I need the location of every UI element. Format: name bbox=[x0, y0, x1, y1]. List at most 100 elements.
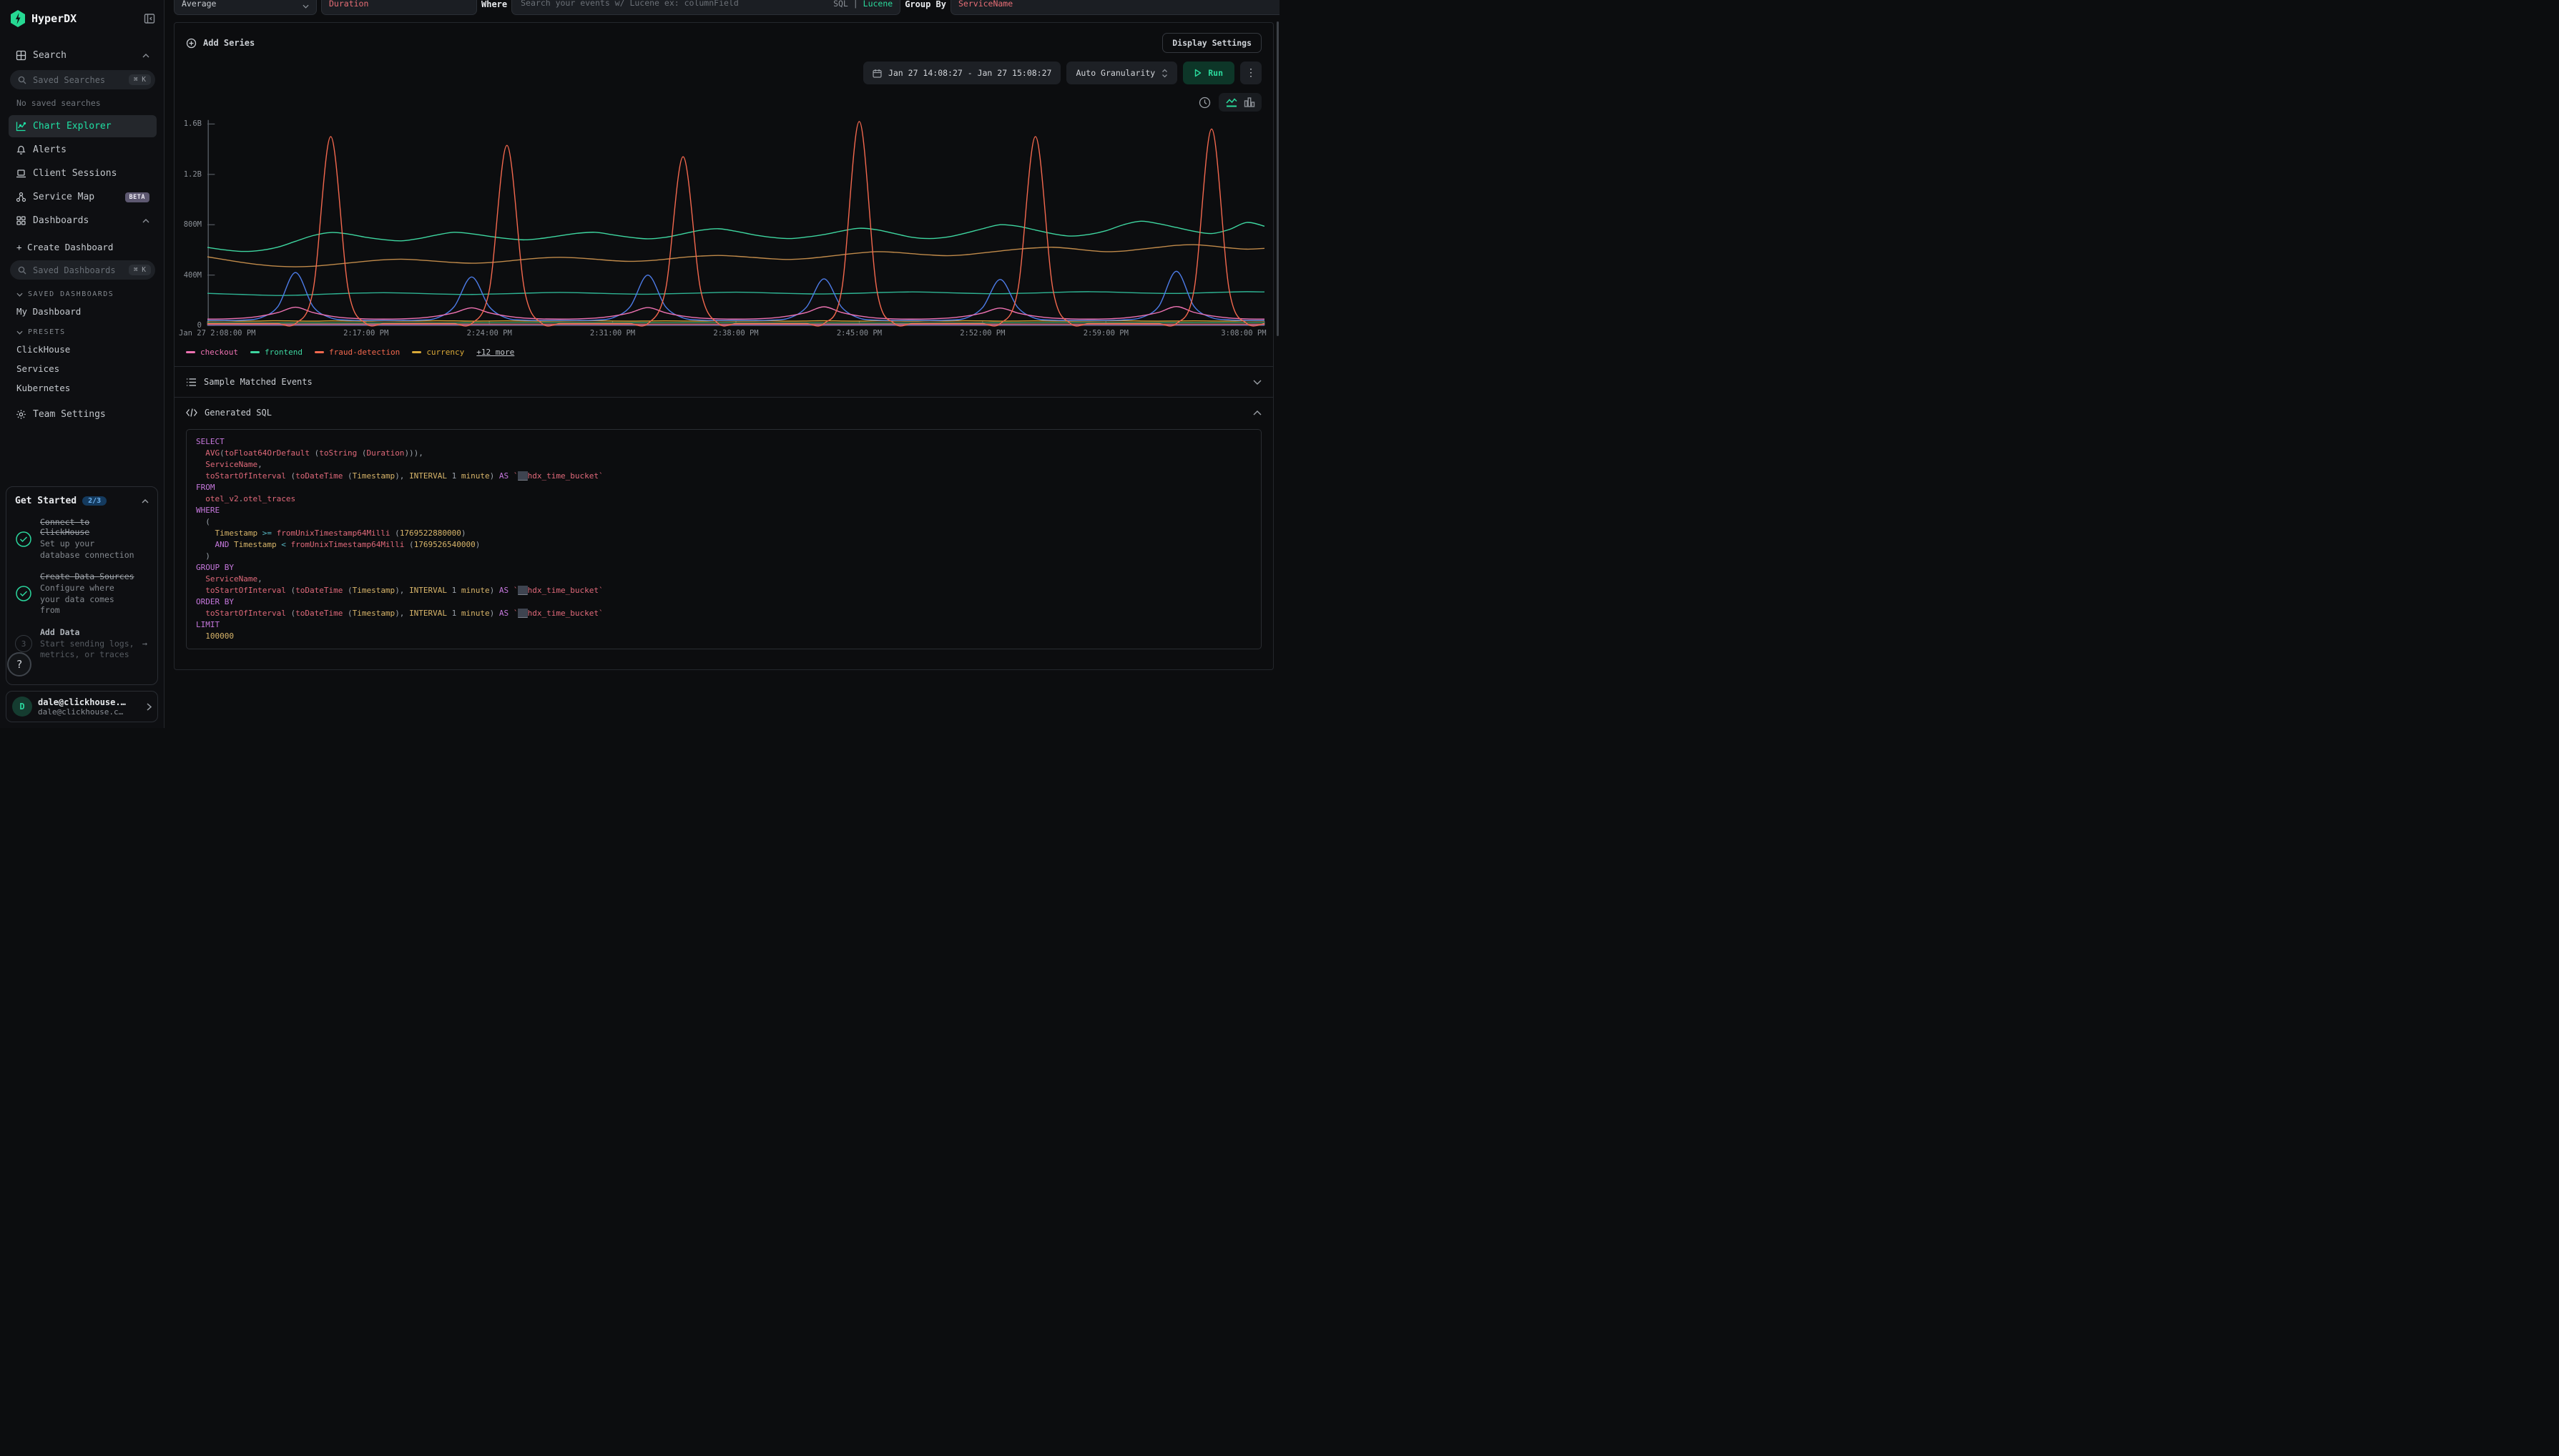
chart-legend: checkoutfrontendfraud-detectioncurrency … bbox=[175, 340, 1273, 366]
x-tick-label: 2:52:00 PM bbox=[960, 329, 1005, 338]
create-dashboard-button[interactable]: + Create Dashboard bbox=[9, 233, 157, 257]
sql-line: Timestamp >= fromUnixTimestamp64Milli (1… bbox=[196, 528, 1252, 539]
display-settings-button[interactable]: Display Settings bbox=[1162, 33, 1262, 53]
line-chart-icon[interactable] bbox=[1225, 97, 1238, 108]
chevron-up-icon[interactable] bbox=[142, 499, 149, 503]
y-tick-label: 400M bbox=[184, 271, 202, 280]
date-range-picker[interactable]: Jan 27 14:08:27 - Jan 27 15:08:27 bbox=[863, 62, 1061, 84]
sql-line: SELECT bbox=[196, 436, 1252, 448]
code-icon bbox=[186, 408, 197, 417]
sidebar-item-clickhouse[interactable]: ClickHouse bbox=[9, 340, 157, 359]
saved-dashboards-input[interactable] bbox=[31, 265, 124, 276]
aggregation-select[interactable]: Average bbox=[174, 0, 317, 15]
x-tick-label: 2:24:00 PM bbox=[467, 329, 512, 338]
saved-searches-input[interactable] bbox=[31, 74, 124, 86]
granularity-value: Auto Granularity bbox=[1076, 68, 1155, 78]
legend-label: fraud-detection bbox=[329, 348, 400, 357]
get-started-step-sources[interactable]: Create Data Sources Configure where your… bbox=[15, 571, 149, 616]
legend-dash-icon bbox=[412, 351, 421, 353]
calendar-icon bbox=[873, 69, 882, 78]
chevron-up-icon[interactable] bbox=[1253, 410, 1262, 415]
hyperdx-logo-icon bbox=[10, 10, 26, 27]
sql-line: AVG(toFloat64OrDefault (toString (Durati… bbox=[196, 448, 1252, 459]
chevron-down-icon bbox=[16, 330, 23, 335]
search-events-input[interactable] bbox=[519, 0, 833, 9]
sql-line: GROUP BY bbox=[196, 562, 1252, 574]
sidebar: HyperDX Search bbox=[0, 0, 164, 728]
search-events-box[interactable]: SQL | Lucene bbox=[511, 0, 900, 15]
sample-matched-events-header[interactable]: Sample Matched Events bbox=[175, 366, 1273, 397]
clock-icon[interactable] bbox=[1199, 97, 1211, 109]
legend-items: checkout frontend fraud-detection currency bbox=[186, 348, 464, 357]
sql-lucene-toggle[interactable]: SQL | Lucene bbox=[833, 0, 893, 9]
gear-icon bbox=[16, 409, 26, 420]
group-saved-dashboards[interactable]: SAVED DASHBOARDS bbox=[9, 283, 157, 302]
user-name: dale@clickhouse.… bbox=[38, 697, 126, 707]
legend-item-currency[interactable]: currency bbox=[412, 348, 464, 357]
legend-more-link[interactable]: +12 more bbox=[476, 348, 514, 357]
sidebar-item-kubernetes[interactable]: Kubernetes bbox=[9, 378, 157, 398]
collapse-sidebar-icon[interactable] bbox=[144, 13, 155, 24]
legend-item-frontend[interactable]: frontend bbox=[250, 348, 303, 357]
sidebar-item-alerts[interactable]: Alerts bbox=[9, 139, 157, 161]
sidebar-item-team-settings[interactable]: Team Settings bbox=[9, 403, 157, 426]
series-line-fraud-detection[interactable] bbox=[207, 122, 1264, 326]
sql-option[interactable]: SQL bbox=[833, 0, 848, 9]
where-label: Where bbox=[481, 0, 507, 15]
granularity-select[interactable]: Auto Granularity bbox=[1066, 62, 1177, 84]
add-series-button[interactable]: Add Series bbox=[186, 38, 255, 49]
get-started-header[interactable]: Get Started 2/3 bbox=[15, 496, 149, 506]
get-started-step-add-data[interactable]: 3 Add Data Start sending logs, metrics, … bbox=[15, 627, 149, 661]
legend-dash-icon bbox=[250, 351, 260, 353]
user-account-button[interactable]: D dale@clickhouse.… dale@clickhouse.c… bbox=[6, 691, 158, 722]
scrollbar-thumb[interactable] bbox=[1277, 21, 1279, 336]
arrow-right-icon: → bbox=[142, 639, 147, 649]
sidebar-item-service-map[interactable]: Service Map BETA bbox=[9, 186, 157, 208]
sidebar-item-dashboards[interactable]: Dashboards bbox=[9, 210, 157, 232]
run-button[interactable]: Run bbox=[1183, 62, 1234, 84]
lucene-option[interactable]: Lucene bbox=[863, 0, 893, 9]
group-presets[interactable]: PRESETS bbox=[9, 321, 157, 340]
series-line-checkout[interactable] bbox=[207, 307, 1264, 320]
get-started-step-connect[interactable]: Connect to ClickHouse Set up your databa… bbox=[15, 517, 149, 561]
sidebar-item-chart-explorer[interactable]: Chart Explorer bbox=[9, 115, 157, 137]
up-down-chevrons-icon bbox=[1161, 69, 1168, 78]
generated-sql-code[interactable]: SELECT AVG(toFloat64OrDefault (toString … bbox=[186, 429, 1262, 649]
user-texts: dale@clickhouse.… dale@clickhouse.c… bbox=[38, 697, 126, 717]
chevron-down-icon[interactable] bbox=[1253, 380, 1262, 385]
generated-sql-header[interactable]: Generated SQL bbox=[175, 397, 1273, 428]
cmd-k-shortcut: ⌘ K bbox=[129, 74, 151, 85]
legend-item-fraud-detection[interactable]: fraud-detection bbox=[315, 348, 400, 357]
series-line-unlabeled-orange-mid[interactable] bbox=[207, 245, 1264, 267]
sidebar-item-label: Team Settings bbox=[33, 409, 106, 420]
help-question-icon: ? bbox=[16, 658, 22, 671]
y-tick-label: 1.2B bbox=[184, 170, 202, 179]
sidebar-item-search[interactable]: Search bbox=[9, 44, 157, 67]
series-line-frontend[interactable] bbox=[207, 221, 1264, 251]
saved-dashboards-search[interactable]: ⌘ K bbox=[10, 260, 155, 280]
group-by-label: Group By bbox=[905, 0, 946, 15]
chart-svg[interactable] bbox=[207, 117, 1264, 326]
sidebar-item-label: Dashboards bbox=[33, 215, 89, 226]
more-options-button[interactable]: ⋮ bbox=[1240, 62, 1262, 84]
date-range-value: Jan 27 14:08:27 - Jan 27 15:08:27 bbox=[888, 68, 1051, 78]
sidebar-item-my-dashboard[interactable]: My Dashboard bbox=[9, 302, 157, 321]
series-line-unlabeled-teal-mid[interactable] bbox=[207, 292, 1264, 295]
sidebar-item-services[interactable]: Services bbox=[9, 359, 157, 378]
help-button[interactable]: ? bbox=[7, 652, 31, 677]
content-area: Add Series Display Settings Jan 27 14:08… bbox=[164, 16, 1280, 728]
series-line-unlabeled-blue-spikes[interactable] bbox=[207, 271, 1264, 320]
saved-searches-search[interactable]: ⌘ K bbox=[10, 70, 155, 89]
x-axis-labels: Jan 27 2:08:00 PM2:17:00 PM2:24:00 PM2:3… bbox=[207, 329, 1264, 340]
bar-chart-icon[interactable] bbox=[1244, 97, 1255, 108]
section-title: Generated SQL bbox=[205, 408, 272, 418]
plus-circle-icon bbox=[186, 38, 197, 49]
group-by-input[interactable]: ServiceName bbox=[951, 0, 1280, 15]
step-texts: Connect to ClickHouse Set up your databa… bbox=[40, 517, 136, 561]
run-label: Run bbox=[1208, 68, 1223, 78]
legend-item-checkout[interactable]: checkout bbox=[186, 348, 238, 357]
chart-area[interactable]: 0400M800M1.2B1.6B bbox=[207, 117, 1264, 326]
field-input[interactable]: Duration bbox=[321, 0, 477, 15]
sidebar-item-client-sessions[interactable]: Client Sessions bbox=[9, 162, 157, 185]
sidebar-item-label: Alerts bbox=[33, 144, 67, 155]
